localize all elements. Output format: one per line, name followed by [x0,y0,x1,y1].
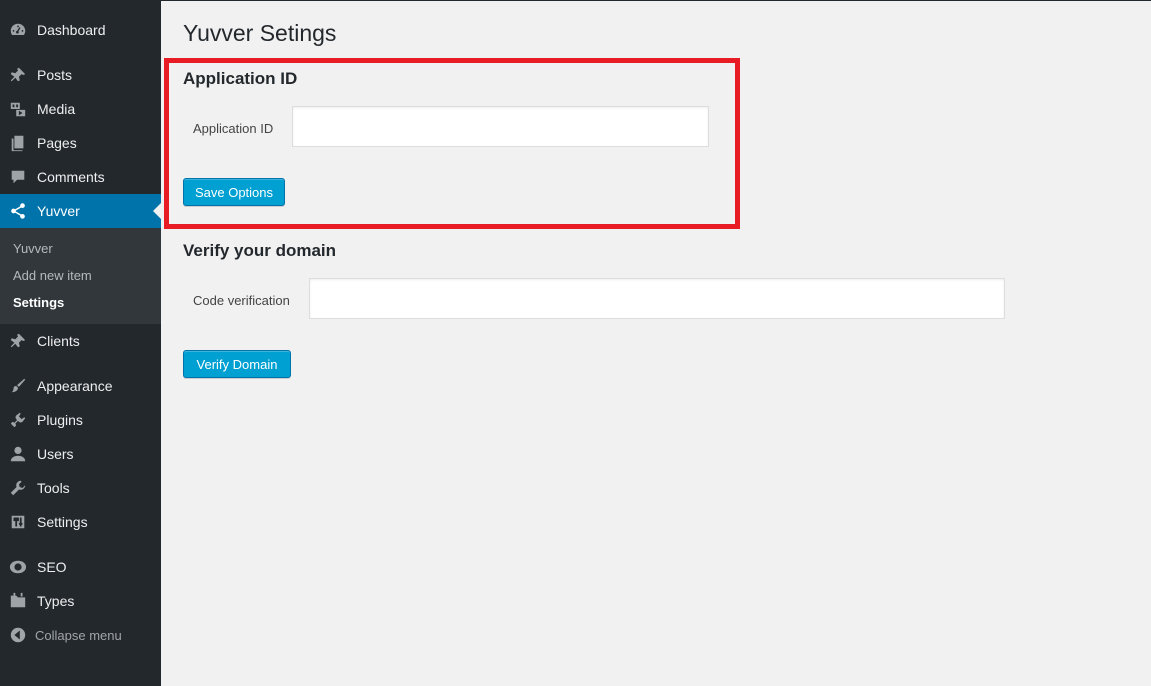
pin-icon [8,331,28,351]
current-item-arrow [153,203,161,219]
menu-item-pages[interactable]: Pages [0,126,161,160]
menu-item-dashboard[interactable]: Dashboard [0,13,161,47]
menu-item-label: Media [37,101,76,117]
collapse-menu-label: Collapse menu [35,627,122,643]
application-id-heading: Application ID [183,69,298,88]
collapse-arrow-icon [9,626,27,644]
menu-item-label: Posts [37,67,73,83]
menu-item-appearance[interactable]: Appearance [0,369,161,403]
code-verification-input[interactable] [309,278,1005,319]
menu-item-clients[interactable]: Clients [0,324,161,358]
share-icon [8,201,28,221]
page-title: Yuvver Setings [183,20,337,46]
menu-item-plugins[interactable]: Plugins [0,403,161,437]
verify-domain-button[interactable]: Verify Domain [183,350,291,378]
menu-item-settings[interactable]: Settings [0,505,161,539]
menu-item-comments[interactable]: Comments [0,160,161,194]
submenu-item-add-new[interactable]: Add new item [13,268,92,283]
media-icon [8,99,28,119]
application-id-input[interactable] [292,106,709,147]
menu-item-label: Dashboard [37,22,106,38]
submenu-item-settings[interactable]: Settings [13,295,64,310]
folder-icon [8,591,28,611]
user-icon [8,444,28,464]
menu-item-label: Settings [37,514,88,530]
menu-item-label: SEO [37,559,67,575]
menu-item-users[interactable]: Users [0,437,161,471]
yuvver-submenu: Yuvver Add new item Settings [0,228,161,324]
menu-item-label: Appearance [37,378,113,394]
save-options-button[interactable]: Save Options [183,178,285,206]
menu-item-media[interactable]: Media [0,92,161,126]
menu-item-label: Yuvver [37,203,80,219]
menu-item-posts[interactable]: Posts [0,58,161,92]
seo-icon [8,557,28,577]
wrench-icon [8,478,28,498]
brush-icon [8,376,28,396]
menu-item-seo[interactable]: SEO [0,550,161,584]
comments-icon [8,167,28,187]
menu-item-label: Users [37,446,74,462]
menu-item-label: Types [37,593,75,609]
menu-item-label: Comments [37,169,105,185]
verify-domain-heading: Verify your domain [183,241,337,260]
collapse-menu-button[interactable]: Collapse menu [0,622,161,648]
menu-item-yuvver[interactable]: Yuvver [0,194,161,228]
submenu-item-yuvver[interactable]: Yuvver [13,241,53,256]
menu-item-label: Plugins [37,412,83,428]
settings-icon [8,512,28,532]
dashboard-icon [8,20,28,40]
menu-item-label: Clients [37,333,80,349]
top-border [161,0,1151,1]
application-id-label: Application ID [193,121,274,136]
menu-item-label: Pages [37,135,77,151]
admin-sidebar: Dashboard Posts Media Pages Comments Yuv… [0,0,161,686]
menu-item-tools[interactable]: Tools [0,471,161,505]
code-verification-label: Code verification [193,293,290,308]
menu-item-label: Tools [37,480,70,496]
plugin-icon [8,410,28,430]
pages-icon [8,133,28,153]
menu-item-types[interactable]: Types [0,584,161,618]
pin-icon [8,65,28,85]
